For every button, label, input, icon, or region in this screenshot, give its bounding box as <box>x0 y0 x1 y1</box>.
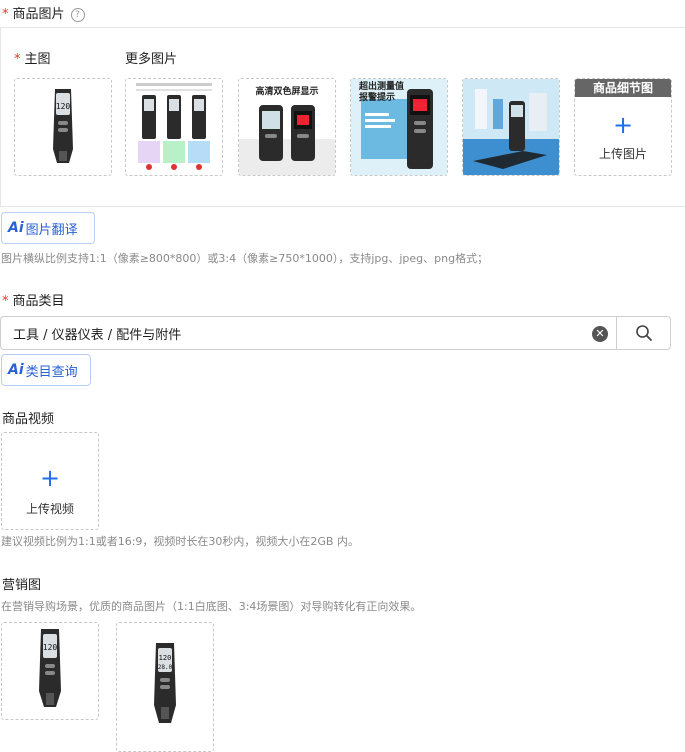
more-image-thumb[interactable] <box>462 78 560 176</box>
meter-product-image: 120 <box>53 89 73 163</box>
plus-icon: + <box>39 464 61 492</box>
marketing-image-portrait[interactable]: 120 28.0 <box>116 622 214 752</box>
ai-image-translate-button[interactable]: Ai 图片翻译 <box>1 212 95 244</box>
upload-video-label: 上传视频 <box>25 502 74 516</box>
category-input[interactable]: 工具 / 仪器仪表 / 配件与附件 ✕ <box>0 316 617 350</box>
image-format-hint: 图片横纵比例支持1:1（像素≥800*800）或3:4（像素≥750*1000）… <box>1 252 489 265</box>
ai-icon: Ai <box>8 362 24 378</box>
search-icon <box>635 325 652 341</box>
more-image-thumb[interactable]: 超出测量值 报警提示 <box>350 78 448 176</box>
main-image-label: * 主图 <box>14 52 51 67</box>
help-icon[interactable]: ? <box>70 7 85 22</box>
upload-video-button[interactable]: + 上传视频 <box>1 432 99 530</box>
more-images-label: 更多图片 <box>125 52 178 67</box>
required-mark: * <box>2 294 9 309</box>
svg-text:120: 120 <box>43 643 58 652</box>
meter-product-image: 120 28.0 <box>154 643 176 723</box>
more-image-thumb[interactable]: 高清双色屏显示 <box>238 78 336 176</box>
ai-icon: Ai <box>8 220 24 236</box>
detail-image-tag: 商品细节图 <box>575 79 671 97</box>
video-hint: 建议视频比例为1:1或者16:9，视频时长在30秒内，视频大小在2GB 内。 <box>1 535 359 548</box>
meter-product-image: 120 <box>39 629 61 707</box>
upload-image-label: 上传图片 <box>598 147 647 161</box>
lab-scene-image <box>463 79 559 175</box>
category-value: 工具 / 仪器仪表 / 配件与附件 <box>13 327 182 343</box>
category-search-button[interactable] <box>616 316 671 350</box>
svg-text:120: 120 <box>56 102 71 111</box>
svg-text:28.0: 28.0 <box>158 664 173 671</box>
svg-text:120: 120 <box>159 654 172 662</box>
ai-category-lookup-button[interactable]: Ai 类目查询 <box>1 354 91 386</box>
meters-in-liquids-image <box>136 83 212 170</box>
upload-image-button[interactable]: 商品细节图 + 上传图片 <box>574 78 672 176</box>
marketing-section-title: 营销图 <box>2 578 42 593</box>
more-image-thumb[interactable] <box>125 78 223 176</box>
marketing-image-square[interactable]: 120 <box>1 622 99 720</box>
images-section-title: * 商品图片? <box>2 3 85 22</box>
plus-icon: + <box>612 111 634 139</box>
main-image-thumb[interactable]: 120 <box>14 78 112 176</box>
clear-icon[interactable]: ✕ <box>592 326 608 342</box>
marketing-hint: 在营销导购场景，优质的商品图片（1:1白底图、3:4场景图）对导购转化有正向效果… <box>1 600 422 613</box>
category-section-title: * 商品类目 <box>2 294 65 309</box>
video-section-title: 商品视频 <box>2 412 55 427</box>
required-mark: * <box>2 7 9 22</box>
